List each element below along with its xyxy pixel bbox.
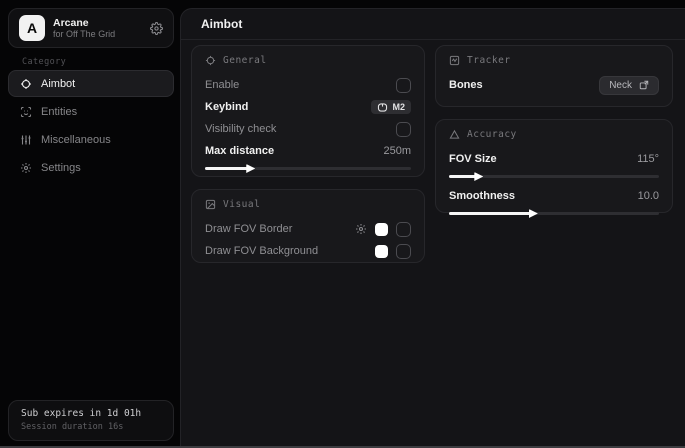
enable-checkbox[interactable] <box>396 78 411 93</box>
gear-icon[interactable] <box>150 22 163 35</box>
image-icon <box>205 199 216 210</box>
fov-size-value: 115° <box>637 153 659 165</box>
fov-border-color-swatch[interactable] <box>375 223 388 236</box>
max-distance-slider[interactable] <box>205 167 411 170</box>
app-subtitle: for Off The Grid <box>53 29 142 39</box>
expand-icon <box>639 80 649 90</box>
session-duration-text: Session duration 16s <box>21 422 161 432</box>
slider-thumb[interactable] <box>474 172 483 181</box>
app-title: Arcane <box>53 17 142 29</box>
slider-thumb[interactable] <box>529 209 538 218</box>
page-title: Aimbot <box>201 17 242 31</box>
max-distance-label: Max distance <box>205 145 274 157</box>
smoothness-slider[interactable] <box>449 212 659 215</box>
triangle-icon <box>449 129 460 140</box>
visual-card: Visual Draw FOV Border Draw FOV Backgrou… <box>191 189 425 263</box>
sidebar-item-label: Miscellaneous <box>41 134 111 146</box>
keybind-value: M2 <box>392 102 405 112</box>
sidebar-item-miscellaneous[interactable]: Miscellaneous <box>8 126 174 153</box>
draw-fov-background-checkbox[interactable] <box>396 244 411 259</box>
draw-fov-border-checkbox[interactable] <box>396 222 411 237</box>
max-distance-value: 250m <box>383 145 411 157</box>
sidebar-item-settings[interactable]: Settings <box>8 154 174 181</box>
card-title: Visual <box>223 199 260 210</box>
slider-thumb[interactable] <box>246 164 255 173</box>
fov-size-slider[interactable] <box>449 175 659 178</box>
gear-icon[interactable] <box>355 223 367 235</box>
sidebar: A Arcane for Off The Grid Category Aimbo… <box>0 0 180 448</box>
general-card: General Enable Keybind M2 Visibility che… <box>191 45 425 177</box>
sidebar-item-label: Entities <box>41 106 77 118</box>
crosshair-icon <box>205 55 216 66</box>
smoothness-label: Smoothness <box>449 190 515 202</box>
bones-label: Bones <box>449 79 483 91</box>
draw-fov-background-label: Draw FOV Background <box>205 245 318 257</box>
card-title: General <box>223 55 267 66</box>
crosshair-icon <box>20 78 32 90</box>
entities-icon <box>20 106 32 118</box>
visibility-check-checkbox[interactable] <box>396 122 411 137</box>
app-header-card: A Arcane for Off The Grid <box>8 8 174 48</box>
main-panel: Aimbot General Enable Keybind <box>180 8 685 448</box>
page-header: Aimbot <box>181 9 685 40</box>
fov-background-color-swatch[interactable] <box>375 245 388 258</box>
mouse-icon <box>377 103 388 112</box>
keybind-label: Keybind <box>205 101 248 113</box>
enable-label: Enable <box>205 79 239 91</box>
subscription-card: Sub expires in 1d 01h Session duration 1… <box>8 400 174 441</box>
keybind-badge[interactable]: M2 <box>371 100 411 114</box>
card-title: Accuracy <box>467 129 517 140</box>
tracker-card: Tracker Bones Neck <box>435 45 673 107</box>
sidebar-nav: Aimbot Entities Miscellaneous <box>8 70 174 181</box>
visibility-check-label: Visibility check <box>205 123 276 135</box>
category-label: Category <box>22 57 66 67</box>
sidebar-item-aimbot[interactable]: Aimbot <box>8 70 174 97</box>
fov-size-label: FOV Size <box>449 153 497 165</box>
app-logo-letter: A <box>27 20 37 36</box>
sidebar-item-label: Settings <box>41 162 81 174</box>
gear-icon <box>20 162 32 174</box>
sidebar-item-label: Aimbot <box>41 78 75 90</box>
accuracy-card: Accuracy FOV Size 115° Smoothness 10.0 <box>435 119 673 213</box>
bones-value: Neck <box>609 80 632 91</box>
app-logo: A <box>19 15 45 41</box>
card-title: Tracker <box>467 55 511 66</box>
activity-icon <box>449 55 460 66</box>
sidebar-item-entities[interactable]: Entities <box>8 98 174 125</box>
draw-fov-border-label: Draw FOV Border <box>205 223 292 235</box>
smoothness-value: 10.0 <box>638 190 659 202</box>
bones-select[interactable]: Neck <box>599 76 659 95</box>
sliders-icon <box>20 134 32 146</box>
sub-expires-text: Sub expires in 1d 01h <box>21 408 161 419</box>
